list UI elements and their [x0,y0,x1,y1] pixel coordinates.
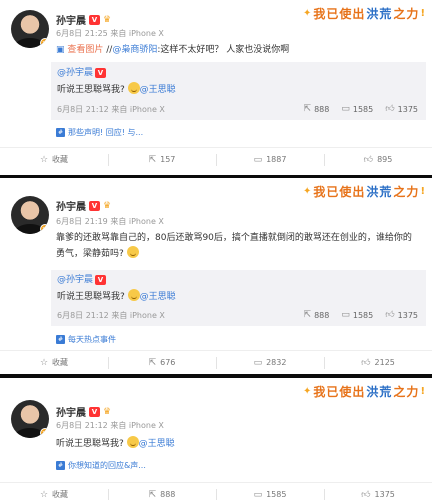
comment-icon: ▭ [253,154,263,165]
vip-badge-icon: V [89,14,100,25]
verified-badge-icon: V [40,224,49,234]
comment-icon: ▭ [341,104,350,114]
thumbs-up-icon: 👍︎ [361,357,371,368]
favorite-button[interactable]: ☆ 收藏 [0,483,108,500]
weibo-post: ✦ 我已使出 洪荒 之力! V 孙宇晨 V ♛ 6月8日 21:25 来自 iPhon… [0,0,432,175]
mention-link[interactable]: @枭商骄阳 [112,45,157,55]
share-icon: ⇱ [148,489,157,500]
star-icon: ☆ [39,154,49,165]
weibo-post: ✦ 我已使出 洪荒 之力! V 孙宇晨 V ♛ 6月8日 21:19 来自 iPhon… [0,178,432,374]
smile-emoji-icon [126,436,139,448]
sticker-banner: ✦ 我已使出 洪荒 之力! [303,6,426,21]
star-icon: ☆ [39,357,49,368]
like-count[interactable]: 👍︎ 1375 [385,310,418,320]
like-button[interactable]: 👍︎ 2125 [324,351,432,374]
weibo-screenshot-collage: ✦ 我已使出 洪荒 之力! V 孙宇晨 V ♛ 6月8日 21:25 来自 iPhon… [0,0,432,500]
star-icon: ☆ [39,489,49,500]
post-body: 听说王思聪骂我? @王思聪 [56,436,420,452]
repost-button[interactable]: ⇱ 676 [108,351,216,374]
avatar[interactable]: V [11,10,49,48]
comment-button[interactable]: ▭ 1887 [216,148,324,171]
repost-stats: ⇱ 888 ▭ 1585 👍︎ 1375 [304,310,418,320]
share-icon: ⇱ [303,310,312,320]
author-name[interactable]: 孙宇晨 [56,198,86,213]
mention-link[interactable]: @王思聪 [139,439,175,449]
repost-text: 听说王思聪骂我? @王思聪 [57,82,420,98]
reposted-card[interactable]: @孙宇晨 V 听说王思聪骂我? @王思聪 6月8日 21:12 来自 iPhone… [51,62,426,120]
like-button[interactable]: 👍︎ 895 [324,148,432,171]
verified-badge-icon: V [40,38,49,48]
repost-author-link[interactable]: @孙宇晨 [57,68,93,78]
repost-count[interactable]: ⇱ 888 [304,104,330,114]
like-button[interactable]: 👍︎ 1375 [324,483,432,500]
comment-icon: ▭ [341,310,350,320]
action-bar: ☆ 收藏 ⇱ 157 ▭ 1887 👍︎ 895 [0,147,432,171]
vip-badge-icon: V [95,275,107,285]
post-body: ▣ 查看图片 //@枭商骄阳:这样不太好吧？ 人家也没说你啊 [56,45,290,55]
repost-button[interactable]: ⇱ 888 [108,483,216,500]
topic-link[interactable]: # 每天热点事件 [56,334,116,345]
vip-badge-icon: V [89,406,100,417]
repost-text: 听说王思聪骂我? @王思聪 [57,289,420,305]
reposted-card[interactable]: @孙宇晨 V 听说王思聪骂我? @王思聪 6月8日 21:12 来自 iPhone… [51,270,426,326]
repost-author-link[interactable]: @孙宇晨 [57,275,93,285]
sticker-banner: ✦ 我已使出 洪荒 之力! [303,384,426,399]
action-bar: ☆ 收藏 ⇱ 888 ▭ 1585 👍︎ 1375 [0,482,432,500]
repost-button[interactable]: ⇱ 157 [108,148,216,171]
repost-count[interactable]: ⇱ 888 [304,310,330,320]
thumbs-up-icon: 👍︎ [361,489,371,500]
share-icon: ⇱ [148,154,157,165]
weibo-post: ✦ 我已使出 洪荒 之力! V 孙宇晨 V ♛ 6月8日 21:12 来自 iPhon… [0,378,432,500]
verified-badge-icon: V [40,428,49,438]
topic-link[interactable]: # 那些声明! 回应! 与... [56,127,143,138]
favorite-button[interactable]: ☆ 收藏 [0,148,108,171]
like-count[interactable]: 👍︎ 1375 [385,104,418,114]
author-name[interactable]: 孙宇晨 [56,404,86,419]
avatar[interactable]: V [11,196,49,234]
vip-badge-icon: V [89,200,100,211]
post-body: 靠爹的还敢骂靠自己的，80后还敢骂90后，搞个直播就倒闭的敢骂还在创业的，谁给你… [56,233,412,259]
comment-icon: ▭ [253,357,263,368]
comment-count[interactable]: ▭ 1585 [341,310,373,320]
author-name[interactable]: 孙宇晨 [56,12,86,27]
topic-icon: # [56,461,65,470]
share-icon: ⇱ [303,104,312,114]
comment-button[interactable]: ▭ 1585 [216,483,324,500]
comment-count[interactable]: ▭ 1585 [341,104,373,114]
avatar[interactable]: V [11,400,49,438]
favorite-button[interactable]: ☆ 收藏 [0,351,108,374]
thumbs-up-icon: 👍︎ [363,154,374,165]
repost-meta: 6月8日 21:12 来自 iPhone X [57,311,165,320]
topic-icon: # [56,335,65,344]
mention-link[interactable]: @王思聪 [140,85,176,95]
mention-link[interactable]: @王思聪 [140,292,176,302]
crown-icon: ♛ [103,406,112,417]
crown-icon: ♛ [103,14,112,25]
sticker-banner: ✦ 我已使出 洪荒 之力! [303,184,426,199]
view-image-link[interactable]: 查看图片 [67,45,103,55]
repost-meta: 6月8日 21:12 来自 iPhone X [57,105,165,114]
face-emoji-icon [126,246,139,258]
smile-emoji-icon [127,82,140,94]
comment-icon: ▭ [253,489,263,500]
post-meta: 6月8日 21:25 来自 iPhone X [56,29,164,38]
vip-badge-icon: V [95,68,107,78]
thumbs-up-icon: 👍︎ [385,310,395,320]
action-bar: ☆ 收藏 ⇱ 676 ▭ 2832 👍︎ 2125 [0,350,432,374]
image-icon: ▣ [56,45,65,55]
comment-button[interactable]: ▭ 2832 [216,351,324,374]
post-meta: 6月8日 21:19 来自 iPhone X [56,217,164,226]
topic-link[interactable]: # 你想知道的回应&声... [56,460,146,471]
crown-icon: ♛ [103,200,112,211]
smile-emoji-icon [127,289,140,301]
topic-icon: # [56,128,65,137]
share-icon: ⇱ [148,357,157,368]
post-meta: 6月8日 21:12 来自 iPhone X [56,421,164,430]
thumbs-up-icon: 👍︎ [385,104,395,114]
repost-stats: ⇱ 888 ▭ 1585 👍︎ 1375 [304,104,418,114]
